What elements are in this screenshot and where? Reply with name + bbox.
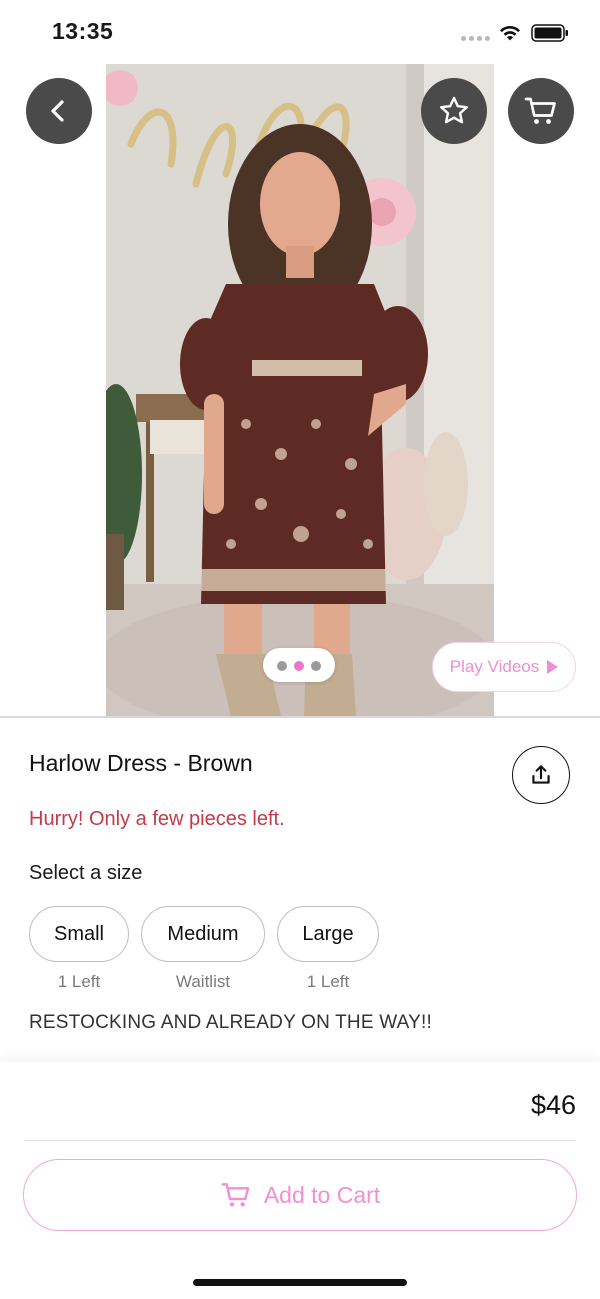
- purchase-bar: $46 Add to Cart: [0, 1062, 600, 1299]
- size-button-medium[interactable]: Medium: [141, 906, 265, 962]
- favorite-button[interactable]: [421, 78, 487, 144]
- share-icon: [532, 765, 550, 784]
- cart-button[interactable]: [508, 78, 574, 144]
- add-to-cart-button[interactable]: Add to Cart: [23, 1159, 577, 1231]
- product-gallery[interactable]: Play Videos: [0, 64, 600, 716]
- size-button-small[interactable]: Small: [29, 906, 129, 962]
- product-price: $46: [530, 1090, 576, 1120]
- divider: [24, 1140, 576, 1141]
- size-availability: Waitlist: [175, 972, 231, 991]
- cart-icon: [524, 97, 556, 124]
- status-time: 13:35: [52, 18, 114, 44]
- back-button[interactable]: [26, 78, 92, 144]
- pager-dot[interactable]: [277, 661, 287, 671]
- chevron-left-icon: [51, 100, 64, 122]
- play-videos-label: Play Videos: [449, 657, 540, 676]
- size-availability: 1 Left: [306, 972, 350, 991]
- product-photo: [106, 64, 494, 716]
- size-option-small: Small 1 Left: [29, 906, 129, 992]
- battery-icon: [531, 24, 568, 42]
- pager-dot[interactable]: [311, 661, 321, 671]
- size-option-medium: Medium Waitlist: [141, 906, 265, 992]
- product-detail-screen: 13:35 Play Videos Harlow Dress - Brown H…: [0, 0, 600, 1299]
- play-videos-button[interactable]: Play Videos: [432, 642, 576, 692]
- size-option-large: Large 1 Left: [277, 906, 379, 992]
- product-title: Harlow Dress - Brown: [29, 750, 253, 776]
- signal-dots-icon: [461, 36, 491, 42]
- cart-icon: [221, 1183, 250, 1207]
- size-availability: 1 Left: [57, 972, 101, 991]
- status-bar: 13:35: [0, 0, 600, 64]
- restock-note: RESTOCKING AND ALREADY ON THE WAY!!: [29, 1012, 432, 1033]
- add-to-cart-label: Add to Cart: [263, 1181, 381, 1208]
- divider: [0, 716, 600, 718]
- size-button-large[interactable]: Large: [277, 906, 379, 962]
- home-indicator[interactable]: [193, 1279, 407, 1286]
- share-button[interactable]: [512, 746, 570, 804]
- stock-warning: Hurry! Only a few pieces left.: [29, 808, 285, 830]
- size-label: Select a size: [29, 862, 143, 884]
- pager-dot-active[interactable]: [294, 661, 304, 671]
- star-icon: [440, 96, 468, 124]
- gallery-pager[interactable]: [263, 648, 335, 682]
- play-icon: [547, 660, 559, 674]
- wifi-icon: [500, 25, 520, 41]
